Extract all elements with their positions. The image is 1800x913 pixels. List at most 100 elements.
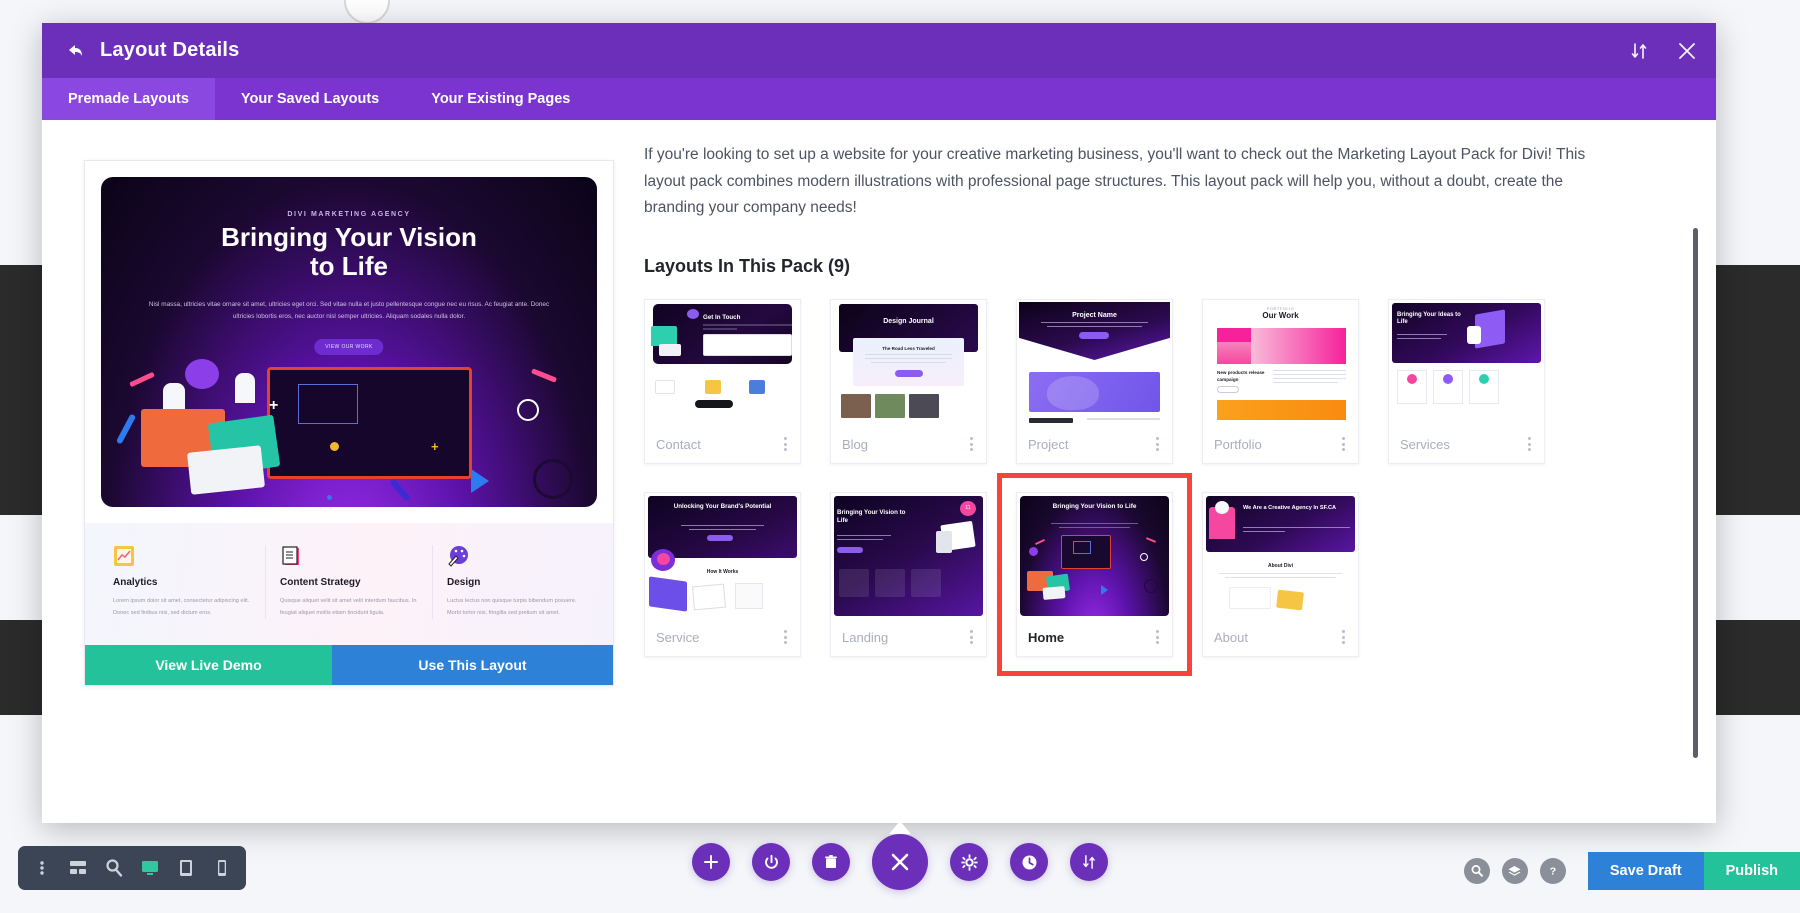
feature-design: Design Luctus lectus non quisque turpis … [432, 545, 599, 620]
modal-header: Layout Details [42, 23, 1716, 78]
pack-description: If you're looking to set up a website fo… [644, 146, 1586, 217]
publish-toolbar: ? Save Draft Publish [1463, 852, 1800, 890]
detail-scrollbar[interactable] [1693, 228, 1698, 758]
phone-icon[interactable] [204, 846, 240, 890]
kebab-menu-icon[interactable] [782, 433, 789, 455]
zoom-out-icon[interactable] [96, 846, 132, 890]
layers-order-button[interactable] [1070, 843, 1108, 881]
tab-your-saved-layouts[interactable]: Your Saved Layouts [215, 78, 405, 120]
decor-dash-icon [531, 368, 557, 383]
person-figure [235, 373, 255, 403]
tab-label: Premade Layouts [68, 91, 189, 107]
layout-card-footer: Blog [831, 426, 986, 463]
kebab-menu-icon[interactable] [1340, 626, 1347, 648]
sort-updown-icon[interactable] [1628, 40, 1650, 62]
laptop-figure [187, 445, 265, 495]
delete-button[interactable] [812, 843, 850, 881]
lightbulb-icon [517, 399, 539, 421]
layout-card-project[interactable]: Project Name Project [1016, 298, 1173, 464]
feature-title: Analytics [113, 577, 158, 588]
history-button[interactable] [1010, 843, 1048, 881]
layout-card-contact[interactable]: Get In Touch Contact [644, 298, 801, 464]
kebab-menu-icon[interactable] [1340, 433, 1347, 455]
layout-card-footer: Project [1017, 426, 1172, 463]
search-icon[interactable] [1463, 858, 1490, 884]
clipboard-icon [280, 545, 302, 567]
tablet-icon[interactable] [168, 846, 204, 890]
layout-thumbnail: PORTFOLIO Our Work New products release … [1203, 299, 1358, 426]
settings-button[interactable] [950, 843, 988, 881]
kebab-menu-icon[interactable] [782, 626, 789, 648]
hero-kicker: DIVI MARKETING AGENCY [287, 211, 411, 218]
layout-card-blog[interactable]: Design Journal The Road Less Traveled Bl… [830, 298, 987, 464]
layouts-grid: Get In Touch Contact Design Journal The … [644, 298, 1574, 676]
tab-label: Your Existing Pages [431, 91, 571, 107]
close-x-button[interactable] [872, 834, 928, 890]
palette-icon [447, 545, 469, 567]
hero-paragraph: Nisl massa, ultricies vitae ornare sit a… [148, 301, 550, 320]
layout-details-modal: Layout Details Premade Layouts Your Save… [42, 23, 1716, 823]
hero-title-line1: Bringing Your Vision [221, 222, 477, 252]
layers-icon[interactable] [1501, 858, 1528, 884]
layout-preview-column: DIVI MARKETING AGENCY Bringing Your Visi… [42, 142, 614, 823]
page-title: Layout Details [100, 39, 240, 61]
layout-card-footer: Home [1017, 619, 1172, 656]
layout-card-about[interactable]: We Are a Creative Agency In SF.CA About … [1202, 491, 1359, 657]
chart-icon [113, 545, 135, 567]
kebab-menu-icon[interactable] [1154, 433, 1161, 455]
close-menu-wrapper [872, 821, 928, 890]
kebab-menu-icon[interactable] [968, 433, 975, 455]
layout-thumbnail: Bringing Your Ideas to Life [1389, 299, 1544, 426]
layout-card-name: Contact [656, 436, 701, 452]
layout-card-portfolio[interactable]: PORTFOLIO Our Work New products release … [1202, 298, 1359, 464]
modal-body: DIVI MARKETING AGENCY Bringing Your Visi… [42, 120, 1716, 823]
save-draft-button[interactable]: Save Draft [1587, 852, 1704, 890]
preview-features: Analytics Lorem ipsum dolor sit amet, co… [85, 523, 613, 646]
back-arrow-icon[interactable] [64, 40, 86, 62]
layout-thumbnail: We Are a Creative Agency In SF.CA About … [1203, 492, 1358, 619]
layout-card-footer: About [1203, 619, 1358, 656]
tab-your-existing-pages[interactable]: Your Existing Pages [405, 78, 596, 120]
layout-preview-image: DIVI MARKETING AGENCY Bringing Your Visi… [85, 161, 613, 646]
use-this-layout-button[interactable]: Use This Layout [332, 645, 613, 686]
add-section-button[interactable] [692, 843, 730, 881]
layout-card-services[interactable]: Bringing Your Ideas to Life Services [1388, 298, 1545, 464]
hero-title: Bringing Your Vision to Life [101, 222, 597, 281]
toggle-builder-button[interactable] [752, 843, 790, 881]
layout-card-name: Portfolio [1214, 436, 1262, 452]
tab-premade-layouts[interactable]: Premade Layouts [42, 78, 215, 120]
layout-preview-card: DIVI MARKETING AGENCY Bringing Your Visi… [84, 160, 614, 687]
view-mode-toolbar [18, 846, 246, 890]
tab-label: Your Saved Layouts [240, 91, 380, 107]
kebab-menu-icon[interactable] [24, 846, 60, 890]
close-x-icon[interactable] [1676, 40, 1698, 62]
kebab-menu-icon[interactable] [1154, 626, 1161, 648]
speech-bubble-icon [185, 359, 219, 389]
layout-card-name: Service [656, 629, 700, 645]
layout-thumbnail: Get In Touch [645, 299, 800, 426]
layout-thumbnail: Project Name [1017, 299, 1172, 426]
wireframe-icon[interactable] [60, 846, 96, 890]
page-decor-circle [344, 0, 390, 24]
layout-card-name: Project [1028, 436, 1069, 452]
layout-card-home[interactable]: Bringing Your Vision to Life Home [997, 472, 1192, 676]
feature-text: Luctus lectus non quisque turpis bibendu… [447, 598, 577, 616]
layout-thumbnail: Bringing Your Vision to Life [1017, 492, 1172, 619]
layout-card-name: About [1214, 629, 1248, 645]
kebab-menu-icon[interactable] [968, 626, 975, 648]
pack-heading: Layouts In This Pack (9) [644, 255, 851, 276]
publish-button[interactable]: Publish [1703, 852, 1800, 890]
plus-decor-icon: + [269, 397, 279, 414]
modal-tabs: Premade Layouts Your Saved Layouts Your … [42, 78, 1716, 120]
desktop-icon[interactable] [132, 846, 168, 890]
feature-title: Design [447, 577, 481, 588]
layout-card-name: Blog [842, 436, 869, 452]
layout-thumbnail: Design Journal The Road Less Traveled [831, 299, 986, 426]
header-actions [1628, 23, 1698, 78]
help-icon[interactable]: ? [1539, 858, 1566, 884]
layout-card-service[interactable]: Unlocking Your Brand's Potential How It … [644, 491, 801, 657]
plus-decor-icon: + [431, 439, 439, 454]
view-live-demo-button[interactable]: View Live Demo [85, 645, 332, 686]
layout-card-landing[interactable]: Bringing Your Vision to Life 11 Landing [830, 491, 987, 657]
kebab-menu-icon[interactable] [1526, 433, 1533, 455]
